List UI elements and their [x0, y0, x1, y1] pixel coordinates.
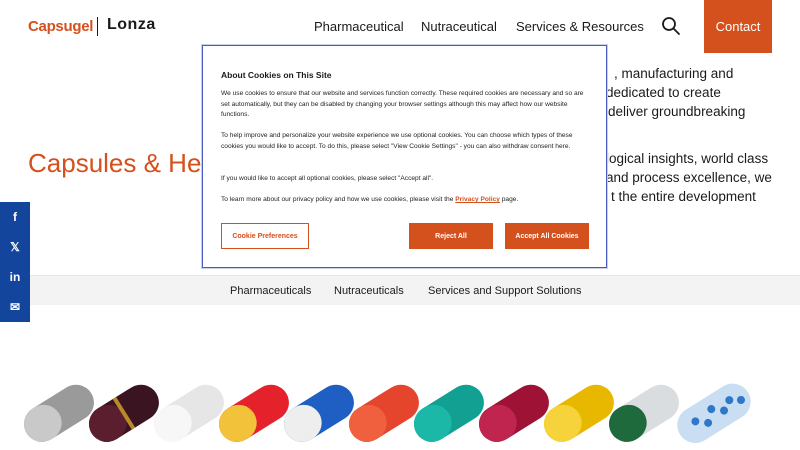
cookie-paragraph-required: We use cookies to ensure that our websit…	[221, 90, 584, 119]
hero-text-line: and process excellence, we	[606, 170, 772, 185]
logo-divider	[97, 17, 98, 36]
reject-all-button[interactable]: Reject All	[409, 223, 493, 249]
accept-all-cookies-button[interactable]: Accept All Cookies	[505, 223, 589, 249]
cookie-dialog-title: About Cookies on This Site	[221, 70, 332, 80]
subnav-nutraceuticals[interactable]: Nutraceuticals	[334, 285, 404, 297]
linkedin-icon[interactable]: in	[0, 262, 30, 292]
cookie-preferences-button[interactable]: Cookie Preferences	[221, 223, 309, 249]
search-icon[interactable]	[661, 16, 681, 36]
privacy-text-suffix: page.	[499, 196, 519, 203]
email-icon[interactable]: ✉	[0, 292, 30, 322]
cookie-paragraph-optional: To help improve and personalize your web…	[221, 132, 573, 150]
social-share-bar: f 𝕏 in ✉	[0, 202, 30, 322]
hero-title: Capsules & Hea	[28, 148, 216, 178]
cookie-paragraph-privacy: To learn more about our privacy policy a…	[221, 195, 589, 206]
sub-navigation: Pharmaceuticals Nutraceuticals Services …	[30, 275, 800, 305]
nav-services-resources[interactable]: Services & Resources	[516, 19, 644, 34]
hero-text-line: dedicated to create	[606, 85, 721, 100]
privacy-text-prefix: To learn more about our privacy policy a…	[221, 196, 456, 203]
subnav-pharmaceuticals[interactable]: Pharmaceuticals	[230, 285, 311, 297]
x-twitter-icon[interactable]: 𝕏	[0, 232, 30, 262]
hero-text-line: t the entire development	[611, 189, 756, 204]
facebook-icon[interactable]: f	[0, 202, 30, 232]
hero-text-line: deliver groundbreaking	[608, 104, 746, 119]
capsules-hero-image	[0, 360, 800, 450]
nav-pharmaceutical[interactable]: Pharmaceutical	[314, 19, 404, 34]
nav-nutraceutical[interactable]: Nutraceutical	[421, 19, 497, 34]
capsugel-logo[interactable]: Capsugel	[28, 18, 93, 35]
lonza-logo[interactable]: Lonza	[107, 16, 156, 34]
privacy-policy-link[interactable]: Privacy Policy	[455, 196, 500, 203]
subnav-services-support[interactable]: Services and Support Solutions	[428, 285, 581, 297]
hero-text-line: , manufacturing and	[614, 66, 734, 81]
cookie-paragraph-accept-all: If you would like to accept all optional…	[221, 175, 434, 182]
contact-button[interactable]: Contact	[704, 0, 772, 53]
cookie-consent-dialog: About Cookies on This Site We use cookie…	[202, 45, 607, 268]
hero-text-line: logical insights, world class	[606, 151, 769, 166]
